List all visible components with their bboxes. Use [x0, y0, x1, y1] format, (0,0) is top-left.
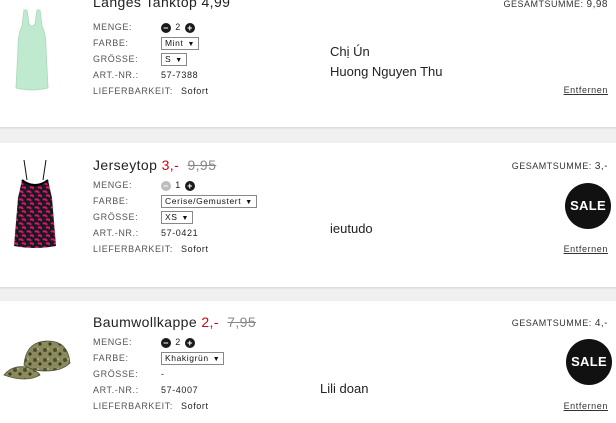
article-label: ART.-NR.: [93, 70, 139, 80]
color-label: FARBE: [93, 38, 129, 48]
size-label: GRÖSSE: [93, 54, 139, 64]
cart-item-jerseytop: Jerseytop 3,- 9,95 GESAMTSUMME: 3,- MENG… [0, 143, 616, 287]
size-label: GRÖSSE: [93, 212, 139, 222]
note-line: ieutudo [330, 221, 373, 236]
article-label: ART.-NR.: [93, 228, 139, 238]
plus-circle-icon[interactable]: + [185, 180, 195, 191]
color-value: Mint [165, 38, 184, 49]
product-price: 2,- [201, 314, 219, 330]
remove-link[interactable]: Entfernen [564, 401, 608, 411]
total-value: 9,98 [586, 0, 608, 10]
line-total: GESAMTSUMME: 4,- [512, 318, 608, 329]
availability-label: LIEFERBARKEIT: [93, 401, 173, 411]
size-value: XS [165, 212, 178, 223]
plus-circle-icon[interactable]: + [185, 22, 195, 33]
quantity-label: MENGE: [93, 22, 133, 32]
line-total: GESAMTSUMME: 3,- [512, 161, 608, 172]
size-value: - [161, 369, 165, 379]
total-label: GESAMTSUMME: [503, 0, 584, 9]
quantity-stepper: −2 + [161, 335, 195, 350]
handwritten-note: Chị Ún Huong Nguyen Thu [330, 42, 443, 82]
triangle-down-icon: ▼ [175, 57, 183, 65]
color-value: Cerise/Gemustert [165, 196, 242, 207]
article-value: 57-0421 [161, 228, 199, 238]
product-name[interactable]: Jerseytop 3,- 9,95 [93, 157, 216, 173]
color-select[interactable]: Khakigrün ▼ [161, 352, 225, 366]
remove-link[interactable]: Entfernen [564, 244, 608, 254]
handwritten-note: Lili doan [320, 381, 368, 396]
total-value: 4,- [594, 318, 608, 329]
article-value: 57-4007 [161, 385, 199, 395]
product-image-jerseytop[interactable] [10, 158, 60, 250]
sale-badge: SALE [565, 183, 611, 229]
article-label: ART.-NR.: [93, 385, 139, 395]
color-select[interactable]: Cerise/Gemustert ▼ [161, 195, 257, 209]
product-name-text: Langes Tanktop [93, 0, 198, 10]
product-price: 4,99 [201, 0, 231, 10]
plus-circle-icon[interactable]: + [185, 337, 195, 348]
color-select[interactable]: Mint ▼ [161, 37, 199, 51]
product-name-text: Jerseytop [93, 157, 158, 173]
note-line: Lili doan [320, 381, 369, 396]
availability-value: Sofort [181, 401, 209, 411]
product-image-tanktop[interactable] [12, 8, 52, 92]
quantity-value: 2 [175, 337, 181, 348]
quantity-label: MENGE: [93, 180, 133, 190]
cart-item-baumwollkappe: Baumwollkappe 2,- 7,95 GESAMTSUMME: 4,- … [0, 301, 616, 423]
minus-circle-icon[interactable]: − [161, 180, 171, 191]
color-label: FARBE: [93, 353, 129, 363]
total-label: GESAMTSUMME: [511, 161, 592, 171]
quantity-value: 1 [175, 180, 181, 191]
product-name[interactable]: Baumwollkappe 2,- 7,95 [93, 314, 256, 330]
size-value: S [165, 54, 172, 65]
availability-label: LIEFERBARKEIT: [93, 244, 173, 254]
total-value: 3,- [594, 161, 608, 172]
triangle-down-icon: ▼ [245, 199, 253, 207]
product-name-text: Baumwollkappe [93, 314, 198, 330]
product-old-price: 9,95 [187, 157, 217, 173]
triangle-down-icon: ▼ [212, 356, 221, 364]
quantity-value: 2 [175, 22, 181, 33]
handwritten-note: ieutudo [330, 221, 373, 236]
availability-label: LIEFERBARKEIT: [93, 86, 173, 96]
cart-item-tanktop: Langes Tanktop 4,99 GESAMTSUMME: 9,98 ME… [0, 0, 616, 127]
product-old-price: 7,95 [227, 314, 257, 330]
remove-link[interactable]: Entfernen [564, 85, 608, 95]
availability-value: Sofort [181, 86, 209, 96]
note-line: Chị Ún [330, 44, 370, 59]
triangle-down-icon: ▼ [187, 41, 195, 49]
minus-circle-icon[interactable]: − [161, 337, 171, 348]
total-label: GESAMTSUMME: [511, 318, 592, 328]
size-label: GRÖSSE: [93, 369, 139, 379]
product-name[interactable]: Langes Tanktop 4,99 [93, 0, 230, 10]
sale-badge: SALE [566, 339, 612, 385]
color-value: Khakigrün [165, 353, 209, 364]
color-label: FARBE: [93, 196, 129, 206]
product-price: 3,- [161, 157, 180, 173]
availability-value: Sofort [181, 244, 209, 254]
line-total: GESAMTSUMME: 9,98 [504, 0, 609, 10]
quantity-label: MENGE: [93, 337, 133, 347]
product-image-cap[interactable] [2, 337, 78, 387]
note-line: Huong Nguyen Thu [330, 64, 443, 79]
minus-circle-icon[interactable]: − [161, 22, 171, 33]
size-select[interactable]: XS ▼ [161, 211, 194, 225]
quantity-stepper: −2 + [161, 20, 195, 35]
triangle-down-icon: ▼ [181, 215, 190, 223]
quantity-stepper: −1 + [161, 178, 195, 193]
article-value: 57-7388 [161, 70, 199, 80]
size-select[interactable]: S ▼ [161, 53, 187, 67]
